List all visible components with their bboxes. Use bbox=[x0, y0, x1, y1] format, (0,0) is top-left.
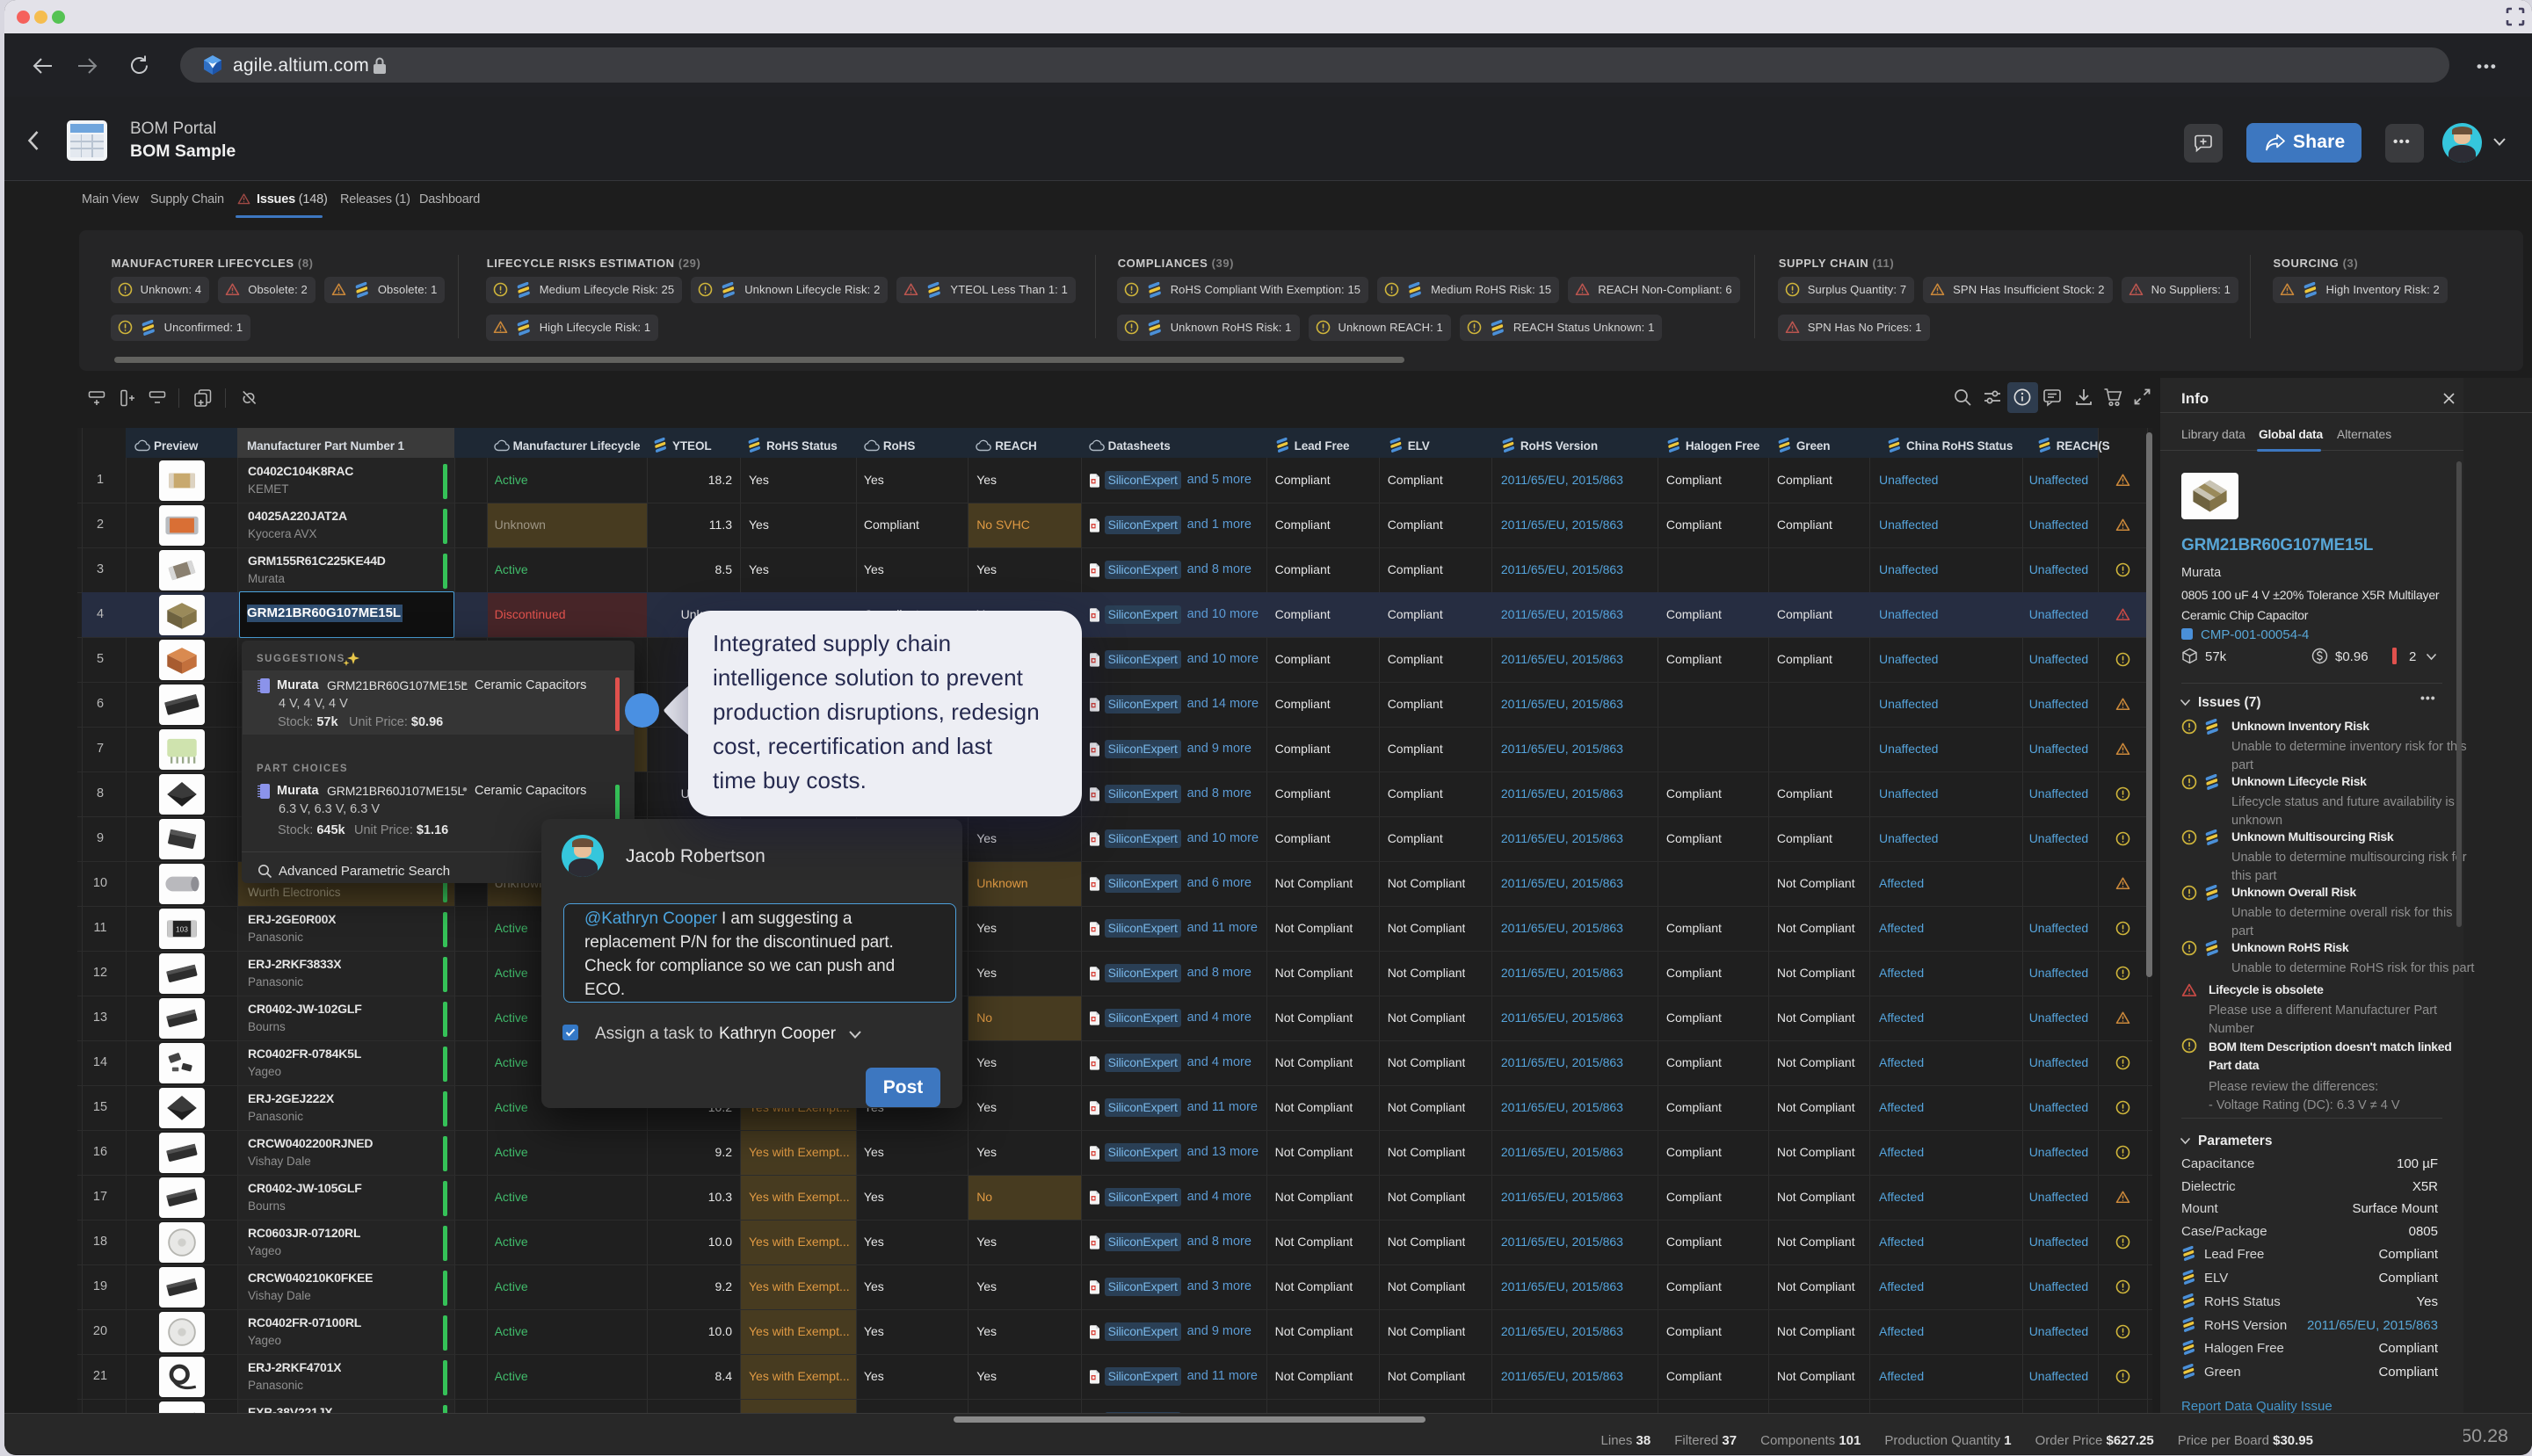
svg-text:103: 103 bbox=[176, 924, 188, 933]
